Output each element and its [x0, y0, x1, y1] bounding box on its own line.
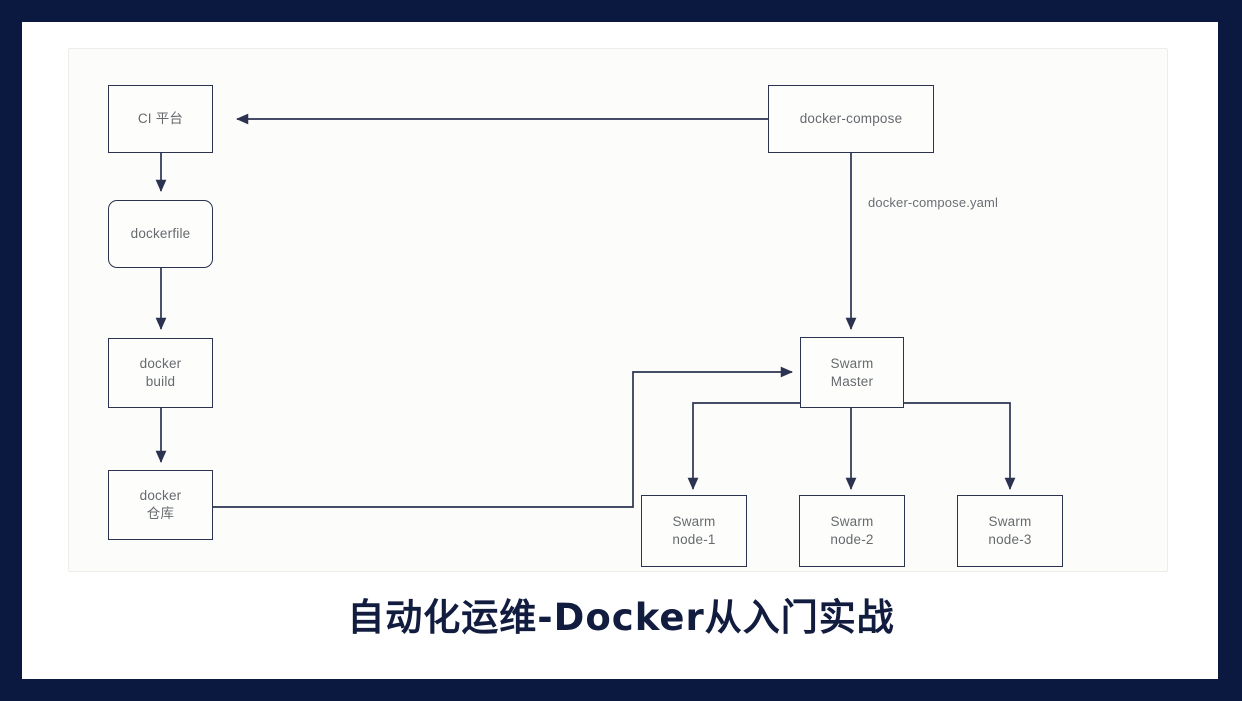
node-dockerfile[interactable]: dockerfile: [108, 200, 213, 268]
node-ci-platform[interactable]: CI 平台: [108, 85, 213, 153]
edge-label-compose-yaml: docker-compose.yaml: [868, 195, 999, 210]
slide-canvas: CI 平台 dockerfile docker build docker 仓库 …: [22, 22, 1218, 679]
node-swarm-node-3[interactable]: Swarm node-3: [957, 495, 1063, 567]
edge-master-to-node1: [687, 402, 800, 490]
slide-frame: CI 平台 dockerfile docker build docker 仓库 …: [0, 0, 1242, 701]
edge-master-to-node3: [904, 402, 1016, 490]
node-docker-compose[interactable]: docker-compose: [768, 85, 934, 153]
edge-repo-to-master: [213, 366, 793, 508]
node-swarm-master[interactable]: Swarm Master: [800, 337, 904, 408]
node-swarm-node-1[interactable]: Swarm node-1: [641, 495, 747, 567]
node-swarm-node-2[interactable]: Swarm node-2: [799, 495, 905, 567]
node-docker-repo[interactable]: docker 仓库: [108, 470, 213, 540]
node-docker-build[interactable]: docker build: [108, 338, 213, 408]
